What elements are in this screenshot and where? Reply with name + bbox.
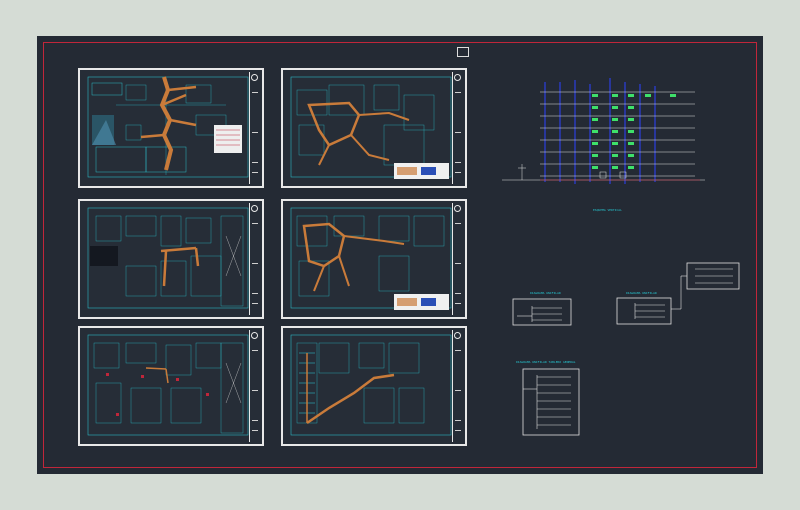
single-line-caption-left: DIAGRAMA UNIFILAR — [530, 291, 561, 295]
cad-model-space[interactable]: ESQUEMA VERTICAL DIAGRAMA UNIFILAR DIAGR… — [37, 36, 763, 474]
single-line-diagram-left[interactable] — [512, 298, 572, 326]
sheet-floor-plan-5[interactable] — [78, 326, 264, 446]
sheet-floor-plan-6[interactable] — [281, 326, 467, 446]
plan-drawing-3 — [87, 207, 249, 309]
single-line-caption-bottom: DIAGRAMA UNIFILAR TABLERO GENERAL — [516, 360, 576, 364]
sheet-floor-plan-4[interactable] — [281, 199, 467, 319]
plan-drawing-5 — [87, 334, 249, 436]
sheet-floor-plan-3[interactable] — [78, 199, 264, 319]
logo-icon — [454, 74, 461, 81]
plan-drawing-4 — [290, 207, 452, 310]
plan-drawing-1 — [87, 76, 249, 178]
title-block — [452, 203, 463, 315]
single-line-diagram-right[interactable] — [615, 261, 743, 327]
north-symbol-icon — [457, 47, 469, 57]
title-block — [249, 330, 260, 442]
title-block — [452, 330, 463, 442]
plan-drawing-2 — [290, 76, 452, 179]
title-block — [452, 72, 463, 184]
logo-icon — [251, 205, 258, 212]
single-line-diagram-bottom[interactable] — [521, 367, 581, 437]
logo-icon — [454, 205, 461, 212]
vertical-riser-caption: ESQUEMA VERTICAL — [593, 208, 622, 212]
logo-icon — [251, 74, 258, 81]
vertical-riser-section[interactable] — [500, 72, 715, 192]
logo-icon — [454, 332, 461, 339]
plan-drawing-6 — [290, 334, 452, 436]
logo-icon — [251, 332, 258, 339]
title-block — [249, 72, 260, 184]
title-block — [249, 203, 260, 315]
sheet-floor-plan-2[interactable] — [281, 68, 467, 188]
sheet-floor-plan-1[interactable] — [78, 68, 264, 188]
